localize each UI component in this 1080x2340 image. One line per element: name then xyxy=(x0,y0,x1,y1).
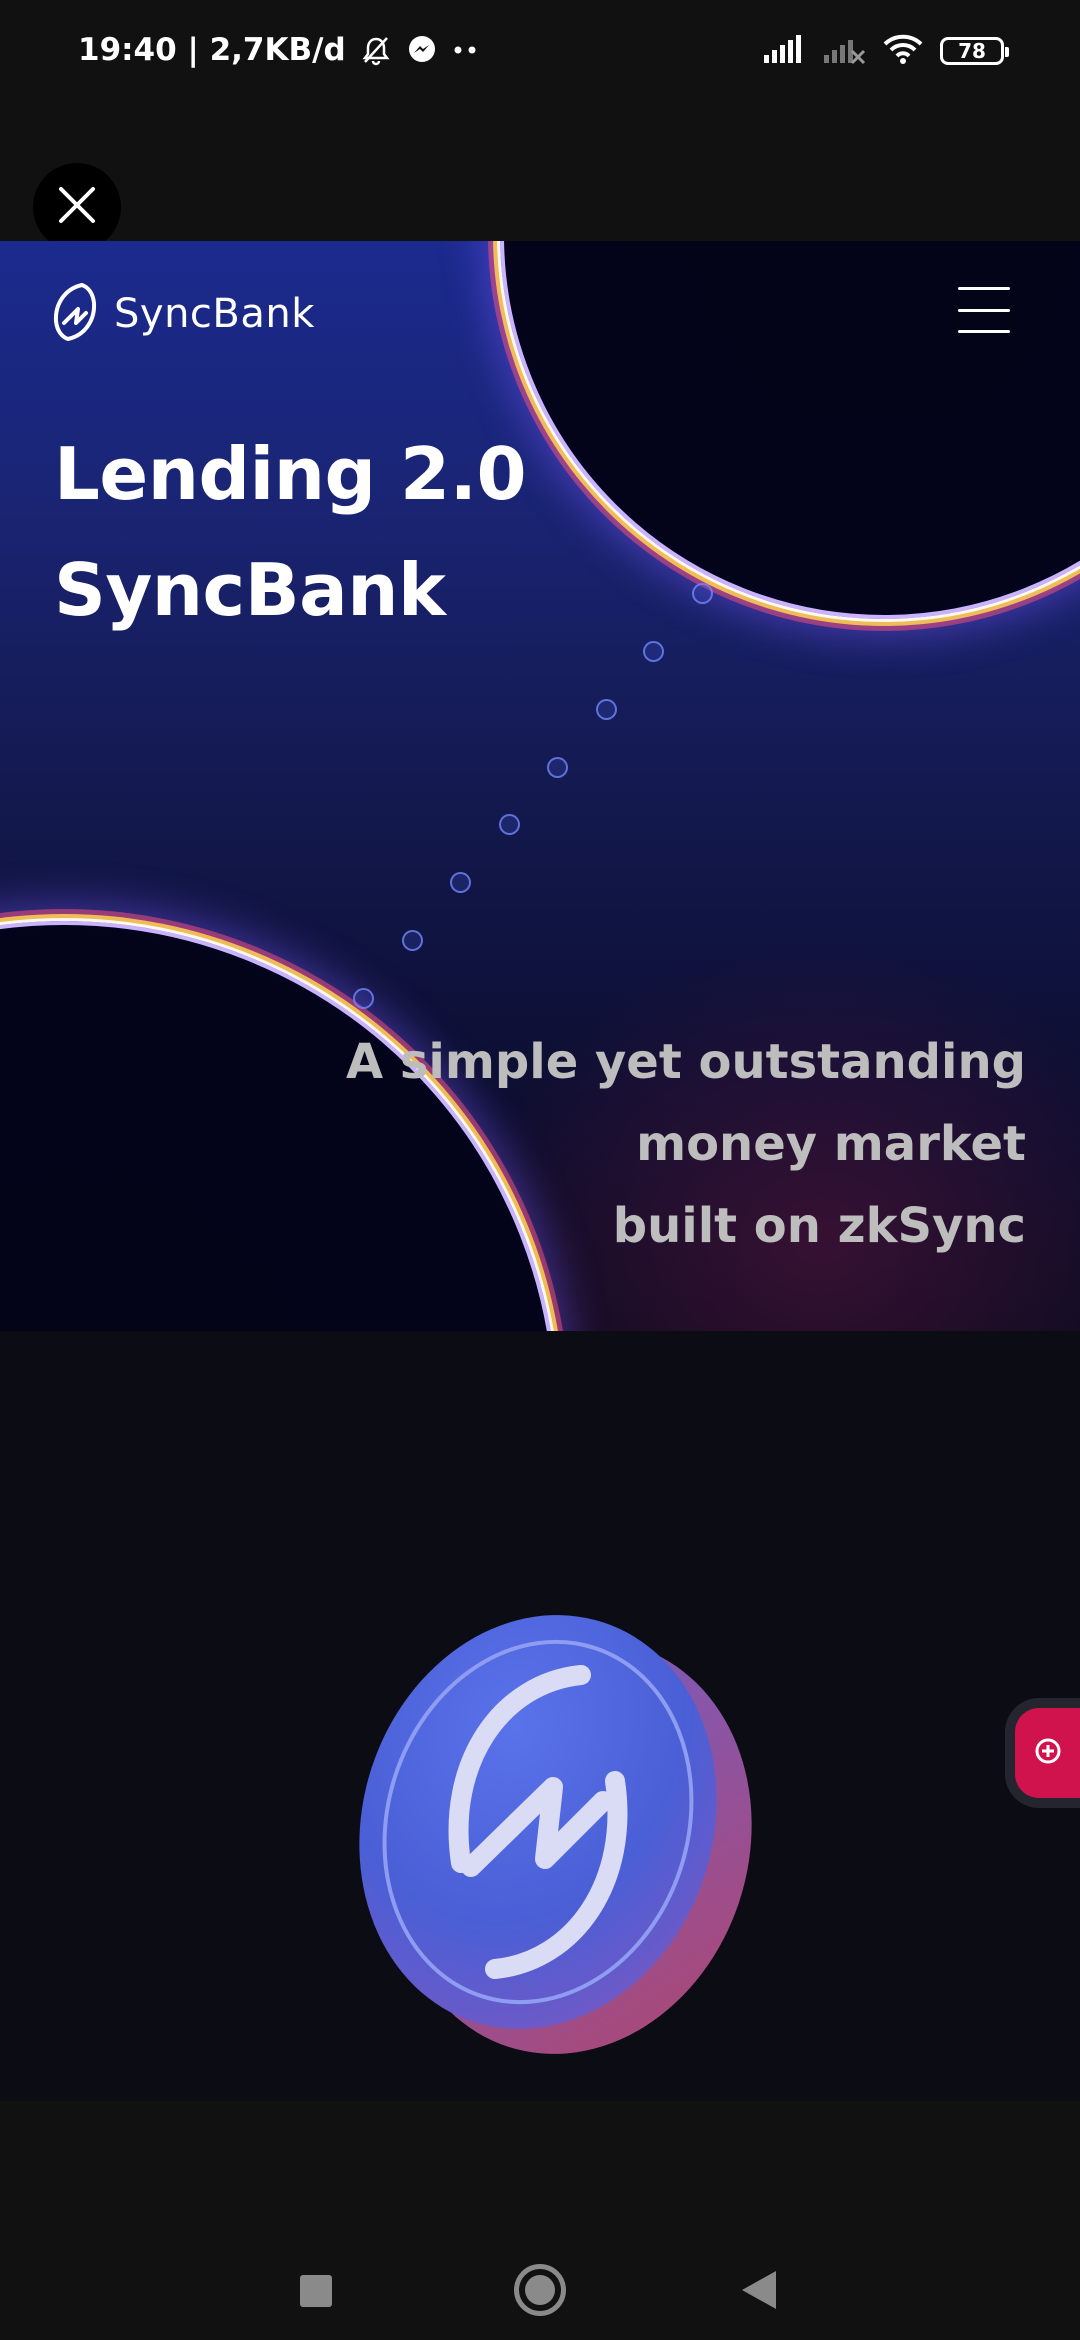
system-navigation-bar xyxy=(0,2101,1080,2340)
hero-title-line: SyncBank xyxy=(54,548,446,632)
syncbank-coin-icon xyxy=(323,1597,763,2057)
bubble xyxy=(643,641,664,662)
site-header: SyncBank xyxy=(52,279,1010,349)
syncbank-logo-icon xyxy=(52,281,98,347)
brand-logo[interactable]: SyncBank xyxy=(52,279,315,349)
bubble xyxy=(402,930,423,951)
battery-icon: 78 xyxy=(940,37,1009,65)
muted-bell-icon xyxy=(360,34,392,66)
tagline-line: money market xyxy=(636,1116,1026,1172)
hero-section: SyncBank Lending 2.0 SyncBank A simple y… xyxy=(0,241,1080,1331)
more-dots-icon xyxy=(452,44,478,56)
battery-level: 78 xyxy=(958,39,986,63)
bubble xyxy=(547,757,568,778)
menu-line xyxy=(958,308,1010,312)
hamburger-menu-button[interactable] xyxy=(958,287,1010,333)
wifi-icon xyxy=(882,33,924,69)
brand-name: SyncBank xyxy=(114,291,315,337)
tagline-line: built on zkSync xyxy=(612,1198,1026,1254)
home-icon[interactable] xyxy=(514,2264,566,2316)
bubble xyxy=(353,988,374,1009)
bubble xyxy=(450,872,471,893)
close-button[interactable] xyxy=(33,163,121,251)
status-bar: 19:40 | 2,7KB/d 78 xyxy=(0,0,1080,100)
status-time: 19:40 | 2,7KB/d xyxy=(78,32,346,68)
status-left: 19:40 | 2,7KB/d xyxy=(78,28,478,72)
bubble xyxy=(692,583,713,604)
messenger-icon xyxy=(406,34,438,66)
back-icon[interactable] xyxy=(742,2271,776,2309)
recents-icon[interactable] xyxy=(300,2275,332,2307)
coin-section xyxy=(0,1331,1080,2101)
bubble xyxy=(596,699,617,720)
hero-tagline: A simple yet outstanding money market bu… xyxy=(346,1021,1026,1267)
chat-widget-icon xyxy=(1033,1736,1063,1770)
menu-line xyxy=(958,287,1010,290)
hero-title-line: Lending 2.0 xyxy=(54,432,527,516)
tagline-line: A simple yet outstanding xyxy=(346,1034,1026,1090)
bubble xyxy=(499,814,520,835)
close-icon xyxy=(55,183,99,231)
hero-title: Lending 2.0 SyncBank xyxy=(54,416,527,648)
menu-line xyxy=(958,330,1010,333)
signal-icon xyxy=(762,33,806,69)
chat-widget-button[interactable] xyxy=(1015,1708,1080,1798)
status-right: 78 xyxy=(762,30,1009,72)
signal-no-service-icon xyxy=(822,33,866,69)
